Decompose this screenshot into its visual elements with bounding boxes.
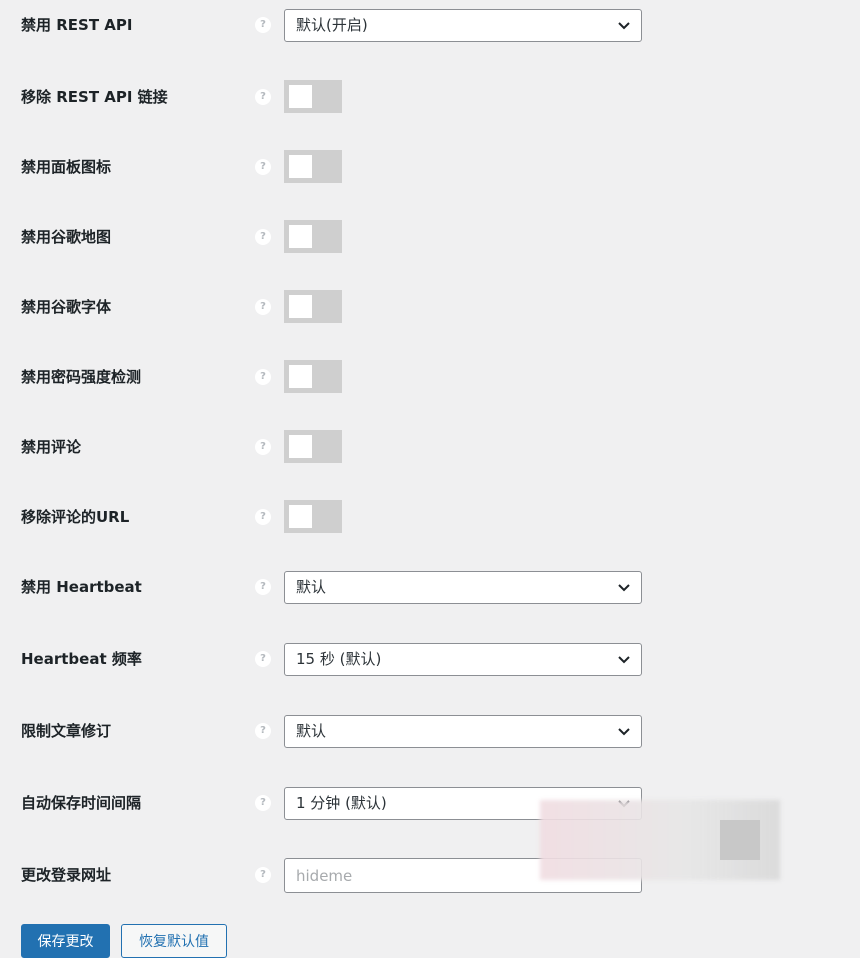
heartbeat-frequency-select[interactable]: 15 秒 (默认) — [284, 643, 642, 676]
setting-label: 限制文章修订 — [21, 722, 112, 740]
help-icon[interactable]: ? — [255, 229, 271, 245]
select-value: 默认 — [296, 578, 327, 596]
help-icon[interactable]: ? — [255, 579, 271, 595]
help-icon[interactable]: ? — [255, 159, 271, 175]
toggle-knob — [289, 435, 312, 458]
disable-rest-api-select[interactable]: 默认(开启) — [284, 9, 642, 42]
select-value: 1 分钟 (默认) — [296, 794, 387, 812]
save-changes-button[interactable]: 保存更改 — [21, 924, 110, 958]
disable-comments-toggle[interactable] — [284, 430, 342, 463]
toggle-knob — [289, 295, 312, 318]
disable-google-maps-toggle[interactable] — [284, 220, 342, 253]
chevron-down-icon — [618, 22, 630, 30]
help-icon[interactable]: ? — [255, 439, 271, 455]
help-icon[interactable]: ? — [255, 795, 271, 811]
toggle-knob — [289, 225, 312, 248]
blurred-overlay-block — [720, 820, 760, 860]
toggle-knob — [289, 365, 312, 388]
setting-label: Heartbeat 频率 — [21, 650, 142, 668]
disable-password-strength-toggle[interactable] — [284, 360, 342, 393]
setting-label: 禁用 REST API — [21, 16, 133, 34]
help-icon[interactable]: ? — [255, 299, 271, 315]
setting-label: 禁用 Heartbeat — [21, 578, 142, 596]
restore-defaults-button[interactable]: 恢复默认值 — [121, 924, 227, 958]
help-icon[interactable]: ? — [255, 651, 271, 667]
setting-label: 禁用密码强度检测 — [21, 368, 142, 386]
chevron-down-icon — [618, 584, 630, 592]
help-icon[interactable]: ? — [255, 369, 271, 385]
setting-label: 禁用谷歌字体 — [21, 298, 112, 316]
disable-heartbeat-select[interactable]: 默认 — [284, 571, 642, 604]
setting-label: 禁用面板图标 — [21, 158, 112, 176]
toggle-knob — [289, 85, 312, 108]
setting-label: 自动保存时间间隔 — [21, 794, 142, 812]
setting-label: 更改登录网址 — [21, 866, 112, 884]
setting-label: 移除 REST API 链接 — [21, 88, 168, 106]
disable-dashicons-toggle[interactable] — [284, 150, 342, 183]
limit-post-revisions-select[interactable]: 默认 — [284, 715, 642, 748]
remove-rest-api-links-toggle[interactable] — [284, 80, 342, 113]
help-icon[interactable]: ? — [255, 867, 271, 883]
select-value: 默认(开启) — [296, 16, 368, 34]
select-value: 默认 — [296, 722, 327, 740]
toggle-knob — [289, 155, 312, 178]
chevron-down-icon — [618, 656, 630, 664]
toggle-knob — [289, 505, 312, 528]
remove-comment-url-toggle[interactable] — [284, 500, 342, 533]
disable-google-fonts-toggle[interactable] — [284, 290, 342, 323]
help-icon[interactable]: ? — [255, 723, 271, 739]
help-icon[interactable]: ? — [255, 89, 271, 105]
help-icon[interactable]: ? — [255, 509, 271, 525]
help-icon[interactable]: ? — [255, 17, 271, 33]
chevron-down-icon — [618, 728, 630, 736]
setting-label: 禁用谷歌地图 — [21, 228, 112, 246]
setting-label: 禁用评论 — [21, 438, 82, 456]
setting-label: 移除评论的URL — [21, 508, 130, 526]
select-value: 15 秒 (默认) — [296, 650, 382, 668]
